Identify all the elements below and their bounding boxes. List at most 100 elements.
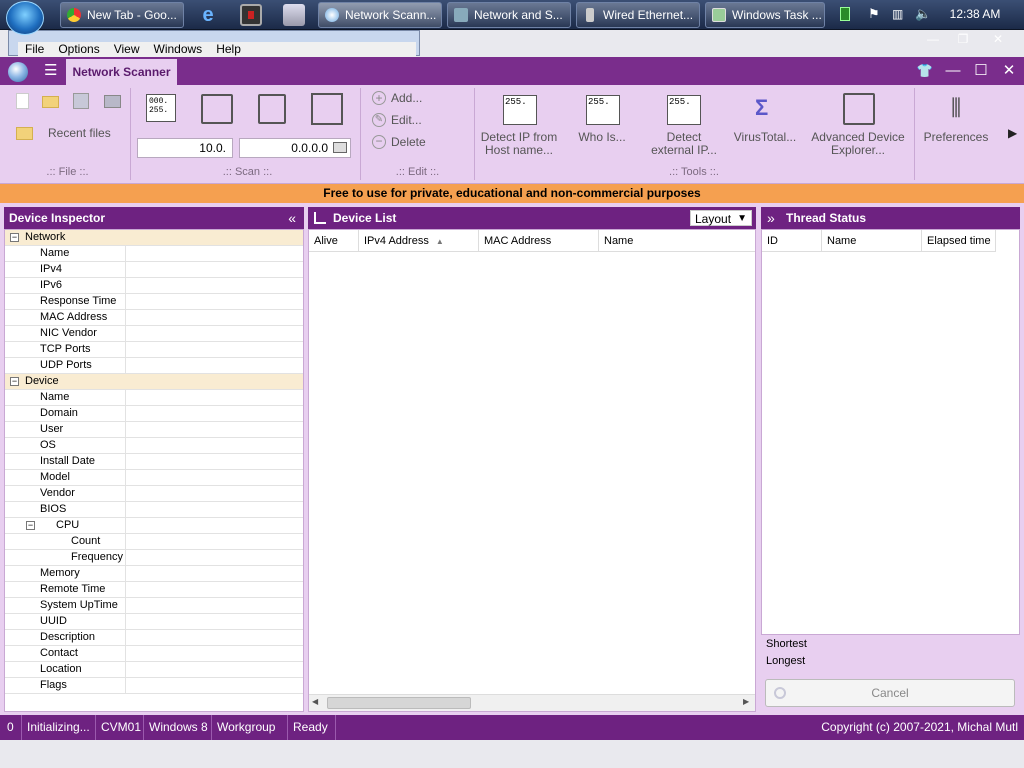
inspector-property-row[interactable]: UUID <box>5 614 303 630</box>
column-header-ipv4[interactable]: IPv4 Address ▲ <box>359 230 479 252</box>
device-explorer-icon[interactable] <box>843 93 875 125</box>
column-header-thread-name[interactable]: Name <box>822 230 922 252</box>
ip-range-icon[interactable]: 000. 255. <box>146 94 176 122</box>
inspector-property-row[interactable]: Memory <box>5 566 303 582</box>
column-header-elapsed[interactable]: Elapsed time <box>922 230 996 252</box>
inspector-property-row[interactable]: Frequency <box>5 550 303 566</box>
close-button[interactable]: ✕ <box>978 30 1018 48</box>
inspector-property-row[interactable]: BIOS <box>5 502 303 518</box>
inspector-property-row[interactable]: OS <box>5 438 303 454</box>
recent-folder-icon[interactable] <box>16 127 33 140</box>
column-header-name[interactable]: Name <box>599 230 755 252</box>
inspector-property-row[interactable]: User <box>5 422 303 438</box>
volume-icon[interactable]: 🔈 <box>915 7 931 20</box>
new-file-icon[interactable] <box>16 93 29 109</box>
inspector-property-row[interactable]: Model <box>5 470 303 486</box>
column-header-id[interactable]: ID <box>762 230 822 252</box>
inspector-property-row[interactable]: NIC Vendor <box>5 326 303 342</box>
save-icon[interactable] <box>73 93 89 109</box>
virustotal-icon[interactable]: Σ <box>755 97 775 119</box>
detect-ip-globe-icon[interactable]: 255. <box>503 95 537 125</box>
taskbar-button-wired-ethernet[interactable]: Wired Ethernet... <box>576 2 700 28</box>
add-button[interactable]: Add... <box>391 92 422 105</box>
inspector-property-row[interactable]: Location <box>5 662 303 678</box>
detect-ip-button[interactable]: Detect IP from Host name... <box>478 131 560 157</box>
inspector-property-row[interactable]: Name <box>5 390 303 406</box>
inspector-property-row[interactable]: Domain <box>5 406 303 422</box>
hamburger-menu-icon[interactable]: ☰ <box>44 63 60 78</box>
inspector-property-row[interactable]: IPv6 <box>5 278 303 294</box>
minimize-button[interactable]: — <box>940 60 966 82</box>
refresh-list-icon[interactable] <box>311 93 343 125</box>
inspector-property-row[interactable]: Install Date <box>5 454 303 470</box>
column-header-alive[interactable]: Alive <box>309 230 359 252</box>
print-icon[interactable] <box>104 95 121 108</box>
ribbon-scroll-right-icon[interactable]: ▶ <box>1008 126 1018 140</box>
recent-files-button[interactable]: Recent files <box>42 127 114 140</box>
layout-dropdown[interactable]: Layout ▼ <box>690 210 752 226</box>
scroll-right-icon[interactable]: ▶ <box>743 697 749 706</box>
ie-icon[interactable]: e <box>197 4 219 26</box>
minimize-button[interactable]: — <box>918 30 948 48</box>
inspector-property-row[interactable]: Remote Time <box>5 582 303 598</box>
inspector-property-row[interactable]: Flags <box>5 678 303 694</box>
edit-button[interactable]: Edit... <box>391 114 422 127</box>
scroll-left-icon[interactable]: ◀ <box>312 697 318 706</box>
restore-button[interactable]: ❐ <box>948 30 978 48</box>
collapse-panel-icon[interactable]: « <box>288 207 296 229</box>
inspector-subsection[interactable]: − CPU <box>5 518 303 534</box>
inspector-section[interactable]: − Network <box>5 230 303 246</box>
inspector-property-row[interactable]: System UpTime <box>5 598 303 614</box>
maximize-button[interactable]: ☐ <box>968 60 994 82</box>
inspector-property-row[interactable]: Name <box>5 246 303 262</box>
terminal-icon[interactable] <box>240 4 262 26</box>
taskbar-button-task-manager[interactable]: Windows Task ... <box>705 2 825 28</box>
who-is-button[interactable]: Who Is... <box>570 131 634 144</box>
delete-button[interactable]: Delete <box>391 136 426 149</box>
inspector-property-row[interactable]: Contact <box>5 646 303 662</box>
inspector-property-row[interactable]: IPv4 <box>5 262 303 278</box>
menu-view[interactable]: View <box>107 42 147 57</box>
add-icon[interactable]: + <box>372 91 386 105</box>
menu-options[interactable]: Options <box>51 42 106 57</box>
column-header-mac[interactable]: MAC Address <box>479 230 599 252</box>
inspector-property-row[interactable]: Vendor <box>5 486 303 502</box>
inspector-property-row[interactable]: MAC Address <box>5 310 303 326</box>
clock[interactable]: 12:38 AM <box>940 0 1010 28</box>
ip-start-input[interactable] <box>137 138 233 158</box>
taskbar-button-network-sharing[interactable]: Network and S... <box>447 2 571 28</box>
inspector-property-row[interactable]: Response Time <box>5 294 303 310</box>
preferences-sliders-icon[interactable]: ⫼ <box>942 93 970 123</box>
cancel-button[interactable]: Cancel <box>765 679 1015 707</box>
detect-external-ip-button[interactable]: Detect external IP... <box>646 131 722 157</box>
inspector-property-row[interactable]: UDP Ports <box>5 358 303 374</box>
taskbar-button-network-scanner[interactable]: Network Scann... <box>318 2 442 28</box>
start-button[interactable] <box>6 1 44 35</box>
menu-windows[interactable]: Windows <box>147 42 210 57</box>
network-devices-icon[interactable] <box>258 94 286 124</box>
preferences-button[interactable]: Preferences <box>920 131 992 144</box>
menu-help[interactable]: Help <box>209 42 248 57</box>
network-computers-icon[interactable] <box>201 94 233 124</box>
ip-picker-icon[interactable] <box>333 142 347 153</box>
theme-shirt-icon[interactable]: 👕 <box>912 60 938 82</box>
inspector-section[interactable]: − Device <box>5 374 303 390</box>
edit-pencil-icon[interactable]: ✎ <box>372 113 386 127</box>
network-tray-icon[interactable]: ▥ <box>892 8 904 20</box>
inspector-property-row[interactable]: Count <box>5 534 303 550</box>
external-ip-cloud-icon[interactable]: 255. <box>667 95 701 125</box>
delete-icon[interactable]: − <box>372 135 386 149</box>
who-is-icon[interactable]: 255. <box>586 95 620 125</box>
network-tool-icon[interactable] <box>283 4 305 26</box>
close-button[interactable]: ✕ <box>996 60 1022 82</box>
advanced-device-explorer-button[interactable]: Advanced Device Explorer... <box>810 131 906 157</box>
menu-file[interactable]: File <box>18 42 51 57</box>
taskbar-button-chrome[interactable]: New Tab - Goo... <box>60 2 184 28</box>
expand-panel-icon[interactable]: » <box>767 207 775 229</box>
virustotal-button[interactable]: VirusTotal... <box>730 131 800 144</box>
app-tab[interactable]: Network Scanner <box>66 59 177 85</box>
inspector-property-row[interactable]: TCP Ports <box>5 342 303 358</box>
globe-icon[interactable] <box>8 62 28 82</box>
scrollbar-thumb[interactable] <box>327 697 471 709</box>
open-folder-icon[interactable] <box>42 96 59 108</box>
